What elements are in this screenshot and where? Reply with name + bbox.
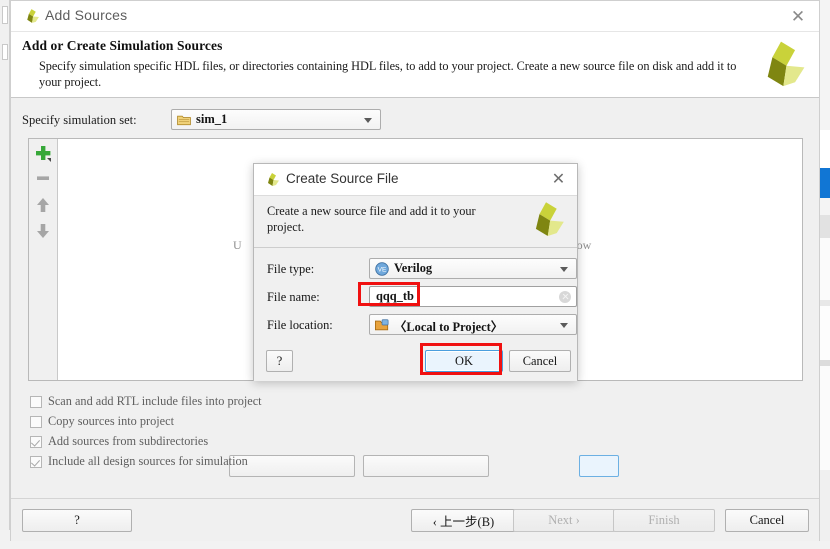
file-type-value: Verilog xyxy=(394,261,433,275)
xilinx-logo-icon xyxy=(535,202,564,237)
chevron-down-icon[interactable] xyxy=(560,267,568,272)
checkbox-scan-rtl[interactable] xyxy=(30,396,42,408)
window-title: Add Sources xyxy=(45,7,128,23)
create-source-file-dialog: Create Source File ✕ Create a new source… xyxy=(253,163,578,381)
sources-toolbar xyxy=(29,139,57,380)
simulation-set-value: sim_1 xyxy=(196,112,228,126)
help-button[interactable]: ? xyxy=(22,509,132,532)
arrow-up-icon[interactable] xyxy=(33,195,53,215)
checkbox-label: Add sources from subdirectories xyxy=(48,434,209,448)
plus-icon[interactable] xyxy=(33,143,53,163)
simulation-set-label: Specify simulation set: xyxy=(22,113,137,127)
svg-text:VE: VE xyxy=(378,267,387,274)
clear-icon[interactable] xyxy=(559,291,571,303)
file-location-combo[interactable]: 〈Local to Project〉 xyxy=(369,314,577,335)
file-name-row: File name: qqq_tb xyxy=(267,286,577,308)
banner-description: Specify simulation specific HDL files, o… xyxy=(39,59,737,89)
file-type-combo[interactable]: VE Verilog xyxy=(369,258,577,279)
background-app-strip xyxy=(820,0,830,549)
add-files-button[interactable] xyxy=(229,455,355,477)
minus-icon[interactable] xyxy=(33,168,53,188)
finish-button: Finish xyxy=(613,509,715,532)
file-name-input[interactable]: qqq_tb xyxy=(369,286,577,307)
next-button: Next › xyxy=(513,509,615,532)
checkbox-include-design-sources[interactable] xyxy=(30,456,42,468)
dialog-footer: ? OK Cancel xyxy=(254,339,577,381)
desktop-bottom-left-edge xyxy=(0,530,10,549)
file-type-row: File type: VE Verilog xyxy=(267,258,577,280)
xilinx-logo-icon xyxy=(767,41,805,87)
chevron-down-icon[interactable] xyxy=(560,323,568,328)
background-panel-fragment-2 xyxy=(2,44,8,60)
dialog-description: Create a new source file and add it to y… xyxy=(267,204,476,234)
checkbox-label: Scan and add RTL include files into proj… xyxy=(48,394,262,408)
checkbox-label: Include all design sources for simulatio… xyxy=(48,454,248,468)
dialog-description-area: Create a new source file and add it to y… xyxy=(254,196,577,248)
file-name-label: File name: xyxy=(267,290,320,304)
simulation-set-combo[interactable]: sim_1 xyxy=(171,109,381,130)
back-button[interactable]: ‹ 上一步(B) xyxy=(411,509,516,532)
background-blue-tab xyxy=(820,168,830,198)
add-directories-button[interactable] xyxy=(363,455,489,477)
folder-open-icon xyxy=(375,319,389,331)
file-location-label: File location: xyxy=(267,318,333,332)
close-icon[interactable]: ✕ xyxy=(548,169,569,190)
file-name-value: qqq_tb xyxy=(376,289,414,303)
window-titlebar: Add Sources ✕ xyxy=(11,1,819,32)
desktop-bottom-edge xyxy=(0,541,830,549)
text-caret xyxy=(417,290,418,304)
close-icon[interactable]: ✕ xyxy=(787,6,809,28)
screen-root: Add Sources ✕ Add or Create Simulation S… xyxy=(0,0,830,549)
chevron-down-icon[interactable] xyxy=(364,118,372,123)
banner-heading: Add or Create Simulation Sources xyxy=(22,38,223,53)
verilog-file-icon: VE xyxy=(375,262,389,276)
vivado-logo-icon xyxy=(27,9,39,23)
wizard-banner: Add or Create Simulation Sources Specify… xyxy=(11,32,819,98)
cancel-button[interactable]: Cancel xyxy=(725,509,809,532)
checkbox-label: Copy sources into project xyxy=(48,414,175,428)
dialog-titlebar: Create Source File ✕ xyxy=(254,164,577,196)
create-file-button[interactable] xyxy=(579,455,619,477)
vivado-logo-icon xyxy=(268,173,279,186)
panel-button-row xyxy=(229,455,619,477)
arrow-down-icon[interactable] xyxy=(33,221,53,241)
dialog-help-button[interactable]: ? xyxy=(266,350,293,372)
wizard-footer: ? ‹ 上一步(B) Next › Finish Cancel xyxy=(11,498,819,541)
file-location-value: 〈Local to Project〉 xyxy=(394,320,504,334)
dialog-cancel-button[interactable]: Cancel xyxy=(509,350,571,372)
checkbox-copy-sources[interactable] xyxy=(30,416,42,428)
folder-icon xyxy=(177,115,191,126)
dialog-title: Create Source File xyxy=(286,171,399,186)
background-panel-fragment-1 xyxy=(2,6,8,24)
dialog-ok-button[interactable]: OK xyxy=(425,350,503,372)
sources-hint-left: U xyxy=(233,238,242,252)
desktop-left-edge xyxy=(0,0,10,549)
checkbox-add-subdirectories[interactable] xyxy=(30,436,42,448)
file-location-row: File location: 〈Local to Project〉 xyxy=(267,314,577,336)
file-type-label: File type: xyxy=(267,262,315,276)
